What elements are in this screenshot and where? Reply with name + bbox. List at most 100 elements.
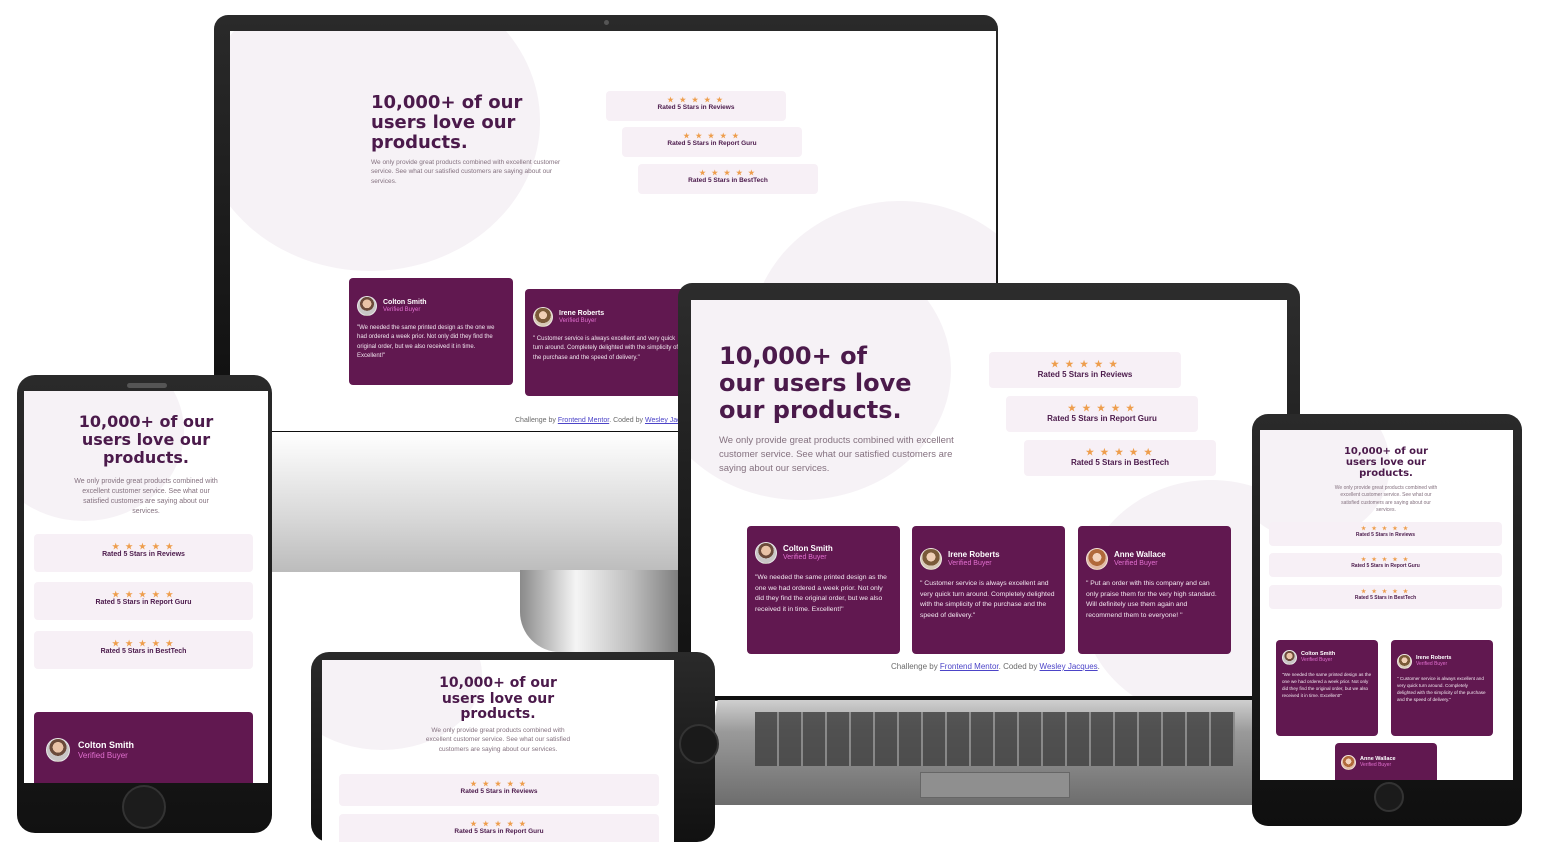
card-header: Irene Roberts Verified Buyer	[920, 548, 1057, 570]
rating-report-guru: ★ ★ ★ ★ ★ Rated 5 Stars in Report Guru	[1006, 396, 1198, 432]
verified-badge: Verified Buyer	[783, 553, 827, 561]
rating-reviews: ★ ★ ★ ★ ★ Rated 5 Stars in Reviews	[606, 91, 786, 121]
star-icons: ★ ★ ★ ★ ★	[1085, 447, 1155, 457]
phone-landscape-screen: 10,000+ of our users love our products. …	[322, 660, 674, 842]
testimonial-card: Colton Smith Verified Buyer "We needed th…	[747, 526, 900, 654]
reviewer-name: Irene Roberts	[948, 550, 1000, 560]
rating-report-guru: ★ ★ ★ ★ ★ Rated 5 Stars in Report Guru	[339, 814, 659, 842]
intro-text: We only provide great products combined …	[425, 727, 571, 753]
card-header: Anne Wallace Verified Buyer	[1086, 548, 1223, 570]
rating-label: Rated 5 Stars in Reviews	[1355, 532, 1416, 538]
reviewer-name: Irene Roberts	[559, 309, 605, 317]
author-link[interactable]: Wesley Jacques	[1040, 662, 1098, 671]
testimonial-quote: " Customer service is always excellent a…	[920, 580, 1055, 619]
page-title: 10,000+ of our users love our products.	[439, 675, 557, 723]
star-icons: ★ ★ ★ ★ ★	[112, 590, 175, 599]
speaker-icon	[127, 383, 167, 388]
footer-text: . Coded by	[998, 662, 1040, 671]
camera-icon	[604, 20, 609, 25]
woman-avatar	[920, 548, 942, 570]
verified-badge: Verified Buyer	[1301, 656, 1333, 663]
rating-label: Rated 5 Stars in BestTech	[100, 648, 187, 655]
page-title: 10,000+ of our users love our products.	[1343, 446, 1429, 480]
footer-text: Challenge by	[515, 417, 558, 424]
verified-badge: Verified Buyer	[78, 750, 128, 760]
testimonial-card: Colton Smith Verified Buyer	[34, 712, 253, 783]
intro-text: We only provide great products combined …	[371, 159, 561, 185]
verified-badge: Verified Buyer	[1416, 660, 1448, 667]
rating-besttech: ★ ★ ★ ★ ★ Rated 5 Stars in BestTech	[638, 164, 818, 194]
testimonial-card: Irene Roberts Verified Buyer " Customer s…	[525, 289, 689, 396]
laptop-keyboard-base	[700, 700, 1290, 805]
man-beard-avatar	[1282, 650, 1297, 665]
footer-text: Challenge by	[891, 662, 940, 671]
rating-label: Rated 5 Stars in Report Guru	[95, 599, 192, 606]
woman-red-hair-avatar	[1341, 755, 1356, 770]
star-icons: ★ ★ ★ ★ ★	[470, 781, 528, 788]
verified-badge: Verified Buyer	[383, 306, 421, 313]
tablet-screen: 10,000+ of our users love our products. …	[1260, 430, 1513, 780]
star-icons: ★ ★ ★ ★ ★	[112, 542, 175, 551]
testimonial-card: Colton Smith Verified Buyer "We needed th…	[1276, 640, 1378, 736]
home-button	[679, 724, 719, 764]
woman-avatar	[533, 307, 553, 327]
testimonial-quote: "We needed the same printed design as th…	[357, 325, 495, 359]
rating-report-guru: ★ ★ ★ ★ ★ Rated 5 Stars in Report Guru	[34, 582, 253, 620]
reviewer-name: Colton Smith	[383, 298, 427, 306]
rating-report-guru: ★ ★ ★ ★ ★ Rated 5 Stars in Report Guru	[1269, 553, 1502, 577]
reviewer-name: Colton Smith	[78, 740, 134, 751]
verified-badge: Verified Buyer	[1360, 761, 1392, 768]
card-header: Colton Smith Verified Buyer	[755, 542, 892, 564]
monitor-stand	[520, 570, 680, 652]
woman-avatar	[1397, 654, 1412, 669]
card-header: Colton Smith Verified Buyer	[1282, 650, 1372, 665]
intro-text: We only provide great products combined …	[74, 478, 218, 516]
verified-badge: Verified Buyer	[559, 317, 597, 324]
rating-report-guru: ★ ★ ★ ★ ★ Rated 5 Stars in Report Guru	[622, 127, 802, 157]
footer-attribution: Challenge by Frontend Mentor. Coded by W…	[515, 417, 698, 424]
testimonial-card: Colton Smith Verified Buyer "We needed th…	[349, 278, 513, 385]
testimonial-card: Irene Roberts Verified Buyer " Customer s…	[912, 526, 1065, 654]
rating-label: Rated 5 Stars in BestTech	[1354, 595, 1417, 601]
man-beard-avatar	[357, 296, 377, 316]
trackpad	[920, 772, 1070, 798]
rating-reviews: ★ ★ ★ ★ ★ Rated 5 Stars in Reviews	[989, 352, 1181, 388]
testimonial-quote: "We needed the same printed design as th…	[1282, 672, 1372, 699]
star-icons: ★ ★ ★ ★ ★	[1050, 359, 1120, 369]
testimonial-card: Anne Wallace Verified Buyer " Put an orde…	[1078, 526, 1231, 654]
page-title: 10,000+ of our users love our products.	[371, 92, 523, 154]
rating-label: Rated 5 Stars in Reviews	[657, 104, 735, 111]
rating-label: Rated 5 Stars in Report Guru	[454, 828, 544, 835]
verified-badge: Verified Buyer	[1114, 559, 1158, 567]
card-header: Irene Roberts Verified Buyer	[533, 307, 681, 327]
star-icons: ★ ★ ★ ★ ★	[470, 821, 528, 828]
footer-text: . Coded by	[609, 417, 645, 424]
star-icons: ★ ★ ★ ★ ★	[683, 133, 741, 140]
rating-label: Rated 5 Stars in Report Guru	[1351, 563, 1420, 569]
rating-besttech: ★ ★ ★ ★ ★ Rated 5 Stars in BestTech	[1024, 440, 1216, 476]
monitor-chin	[270, 432, 680, 572]
frontend-mentor-link[interactable]: Frontend Mentor	[558, 417, 609, 424]
intro-text: We only provide great products combined …	[719, 435, 954, 474]
card-header: Colton Smith Verified Buyer	[357, 296, 505, 316]
man-beard-avatar	[755, 542, 777, 564]
verified-badge: Verified Buyer	[948, 559, 992, 567]
woman-red-hair-avatar	[1086, 548, 1108, 570]
star-icons: ★ ★ ★ ★ ★	[667, 97, 725, 104]
rating-label: Rated 5 Stars in Reviews	[102, 551, 185, 558]
reviewer-name: Anne Wallace	[1114, 550, 1166, 560]
rating-label: Rated 5 Stars in Reviews	[460, 788, 538, 795]
rating-label: Rated 5 Stars in Report Guru	[667, 140, 757, 147]
rating-label: Rated 5 Stars in Reviews	[1037, 370, 1133, 379]
testimonial-card: Anne Wallace Verified Buyer	[1335, 743, 1437, 780]
star-icons: ★ ★ ★ ★ ★	[1067, 403, 1137, 413]
frontend-mentor-link[interactable]: Frontend Mentor	[940, 662, 999, 671]
rating-besttech: ★ ★ ★ ★ ★ Rated 5 Stars in BestTech	[34, 631, 253, 669]
footer-attribution: Challenge by Frontend Mentor. Coded by W…	[891, 662, 1100, 671]
rating-label: Rated 5 Stars in Report Guru	[1047, 414, 1157, 423]
home-button	[122, 785, 166, 829]
rating-reviews: ★ ★ ★ ★ ★ Rated 5 Stars in Reviews	[1269, 522, 1502, 546]
reviewer-name: Colton Smith	[783, 544, 833, 554]
rating-label: Rated 5 Stars in BestTech	[688, 177, 768, 184]
testimonial-quote: "We needed the same printed design as th…	[755, 574, 887, 613]
